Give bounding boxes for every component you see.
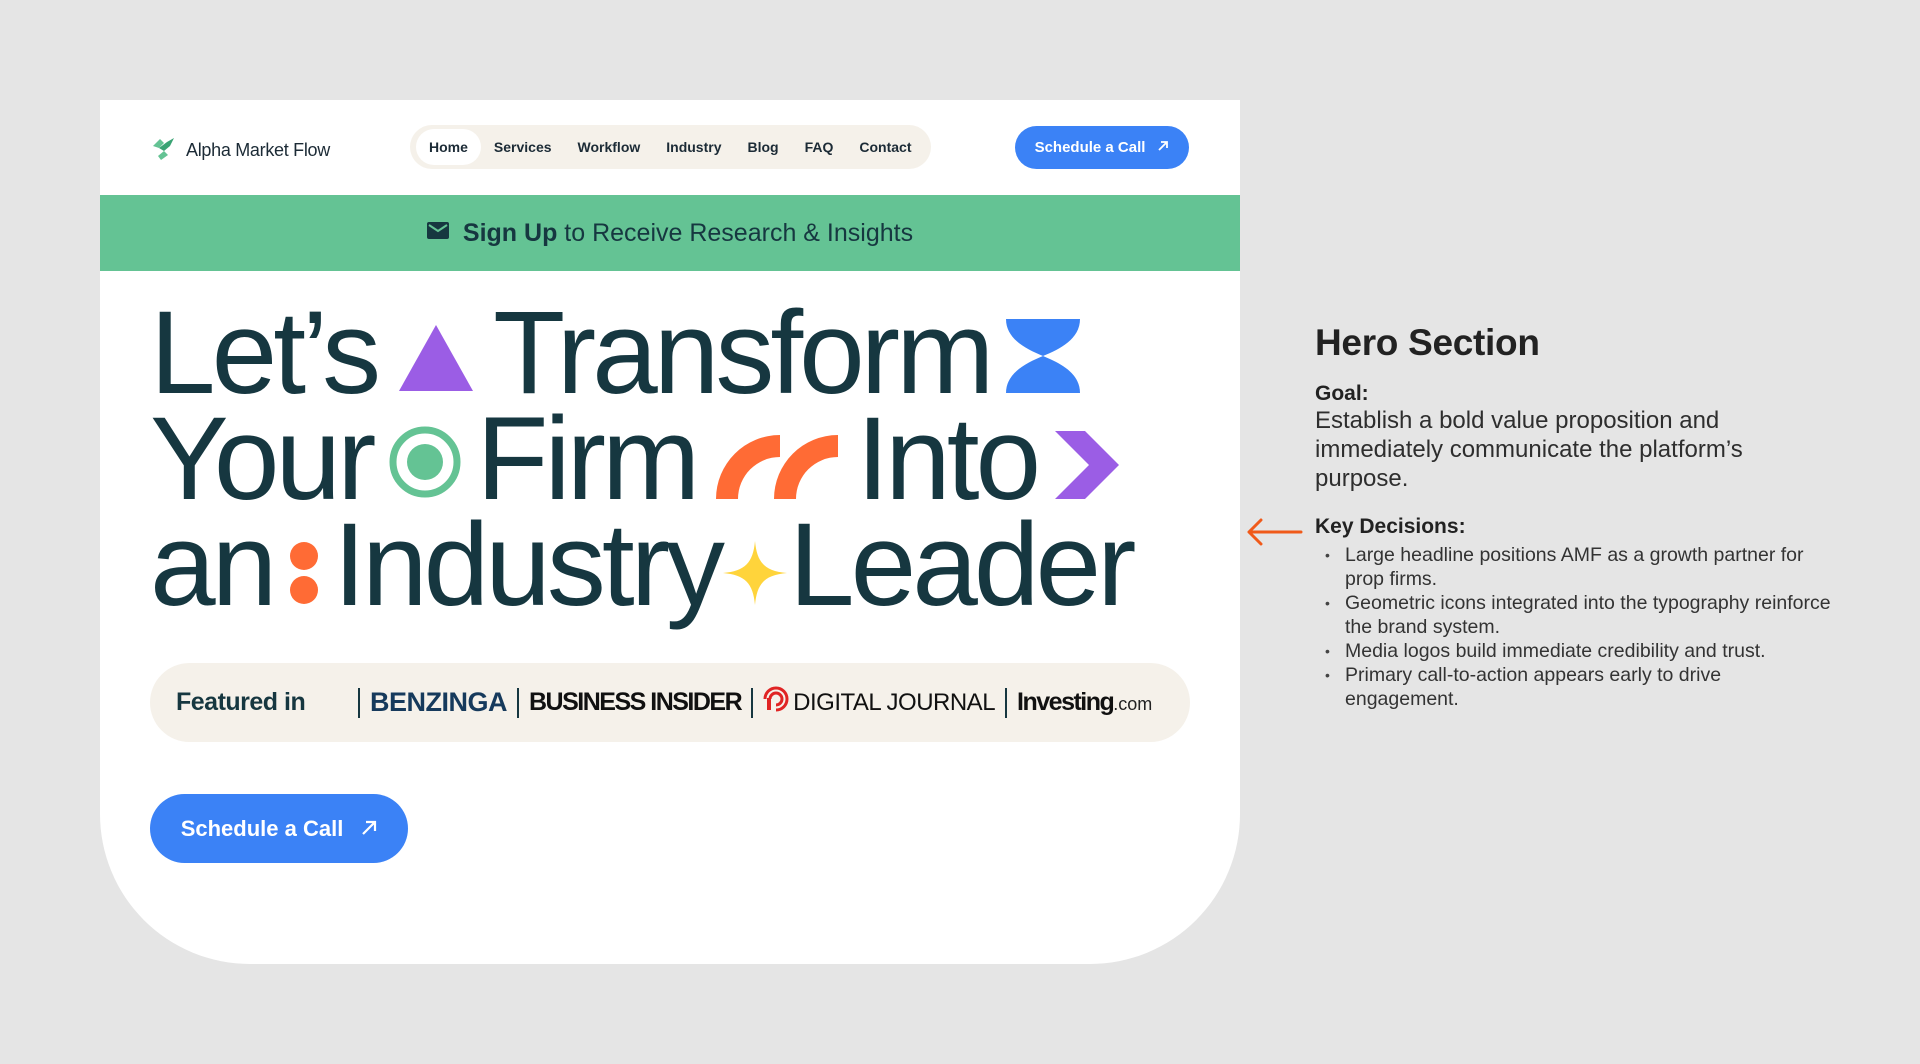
menu-item-contact[interactable]: Contact	[846, 129, 924, 165]
headline-word: Industry	[333, 499, 725, 631]
menu-item-workflow[interactable]: Workflow	[565, 129, 654, 165]
headline-word: Firm	[476, 393, 700, 525]
investing-text: Investing	[1017, 688, 1115, 716]
arrow-up-right-icon	[361, 816, 377, 842]
headline-line-1: Let’s Transform	[150, 287, 1230, 419]
menu-item-industry[interactable]: Industry	[653, 129, 734, 165]
menu-item-faq[interactable]: FAQ	[792, 129, 847, 165]
goal-text: Establish a bold value proposition and i…	[1315, 407, 1743, 492]
business-insider-logo: BUSINESS INSIDER	[529, 688, 743, 716]
hero-headline: Let’s Transform Your Firm Into an Indust…	[150, 287, 1230, 631]
logo[interactable]: Alpha Market Flow	[150, 134, 330, 167]
banner-text: Sign Up to Receive Research & Insights	[463, 219, 913, 248]
hourglass-icon	[1006, 300, 1081, 406]
annotation-panel: Hero Section Goal: Establish a bold valu…	[1315, 322, 1835, 711]
triangle-icon	[397, 300, 475, 406]
signup-banner[interactable]: Sign Up to Receive Research & Insights	[100, 195, 1240, 271]
headline-word: Let’s	[150, 287, 381, 419]
main-menu: Home Services Workflow Industry Blog FAQ…	[410, 125, 931, 169]
arrow-left-icon	[1245, 516, 1303, 553]
logo-mark-icon	[150, 134, 178, 167]
quarter-arcs-icon	[716, 406, 840, 512]
list-item: Primary call-to-action appears early to …	[1315, 663, 1835, 711]
annotation-title: Hero Section	[1315, 322, 1540, 363]
hero-cta-label: Schedule a Call	[180, 815, 344, 841]
digital-journal-logo-icon	[763, 686, 789, 719]
headline-word: Your	[150, 393, 376, 525]
nav-cta-label: Schedule a Call	[1034, 139, 1146, 156]
investing-suffix: .com	[1113, 694, 1153, 714]
decisions-list: Large headline positions AMF as a growth…	[1315, 543, 1835, 711]
headline-word: Transform	[493, 287, 994, 419]
hero-schedule-call-button[interactable]: Schedule a Call	[150, 794, 408, 863]
nav-schedule-call-button[interactable]: Schedule a Call	[1015, 126, 1189, 169]
headline-word: Into	[856, 393, 1041, 525]
website-mockup: Alpha Market Flow Home Services Workflow…	[100, 100, 1240, 964]
decisions-heading: Key Decisions:	[1315, 515, 1466, 538]
sparkle-icon	[723, 512, 788, 618]
arrow-up-right-icon	[1157, 139, 1169, 156]
menu-item-blog[interactable]: Blog	[735, 129, 792, 165]
featured-label: Featured in	[176, 688, 306, 716]
investing-logo: Investing.com	[1017, 688, 1152, 717]
headline-word: Leader	[789, 499, 1136, 631]
menu-item-services[interactable]: Services	[481, 129, 565, 165]
headline-word: an	[150, 499, 277, 631]
featured-in-bar: Featured in BENZINGA BUSINESS INSIDER DI…	[150, 663, 1190, 742]
list-item: Media logos build immediate credibility …	[1315, 639, 1835, 663]
digital-journal-text: DIGITAL JOURNAL	[793, 688, 996, 716]
headline-line-2: Your Firm Into	[150, 393, 1230, 525]
logo-text: Alpha Market Flow	[186, 140, 330, 160]
top-navigation: Alpha Market Flow Home Services Workflow…	[100, 100, 1240, 195]
digital-journal-logo: DIGITAL JOURNAL	[763, 686, 996, 719]
list-item: Large headline positions AMF as a growth…	[1315, 543, 1835, 591]
mail-icon	[426, 222, 449, 244]
divider	[517, 687, 519, 718]
banner-bold-text: Sign Up	[462, 218, 558, 247]
goal-heading: Goal:	[1315, 382, 1369, 405]
divider	[751, 687, 754, 718]
two-dots-icon	[289, 512, 319, 618]
target-circle-icon	[388, 406, 462, 512]
banner-rest-text: to Receive Research & Insights	[557, 218, 914, 247]
benzinga-logo: BENZINGA	[370, 687, 508, 717]
menu-item-home[interactable]: Home	[416, 129, 481, 165]
headline-line-3: an Industry Leader	[150, 499, 1230, 631]
divider	[1005, 687, 1008, 718]
divider	[358, 687, 360, 718]
chevron-right-icon	[1055, 406, 1121, 512]
list-item: Geometric icons integrated into the typo…	[1315, 591, 1835, 639]
